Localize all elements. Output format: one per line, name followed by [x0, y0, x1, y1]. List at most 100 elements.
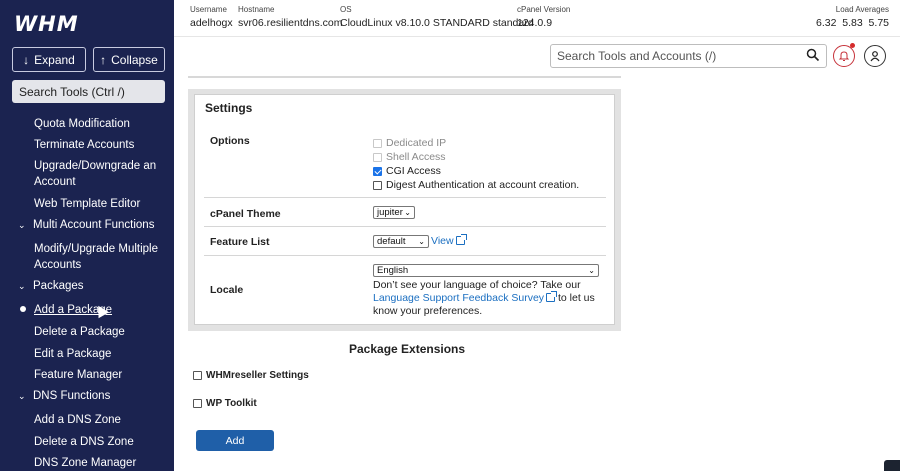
checkbox-box	[193, 371, 202, 380]
checkbox-box	[373, 138, 382, 148]
arrow-up-icon: ↑	[100, 52, 107, 67]
whm-page: WHM ↓ Expand ↑ Collapse Search Tools (Ct…	[0, 0, 900, 471]
sidebar-item-quota-modification[interactable]: Quota Modification	[34, 116, 169, 132]
language-survey-link[interactable]: Language Support Feedback Survey	[373, 291, 558, 304]
load-averages-label: Load Averages	[835, 5, 889, 14]
dedicated-ip-checkbox[interactable]: Dedicated IP	[373, 137, 446, 149]
row-divider	[204, 226, 606, 227]
add-package-button[interactable]: Add	[196, 430, 274, 451]
checkbox-box	[373, 166, 382, 176]
tools-search-input[interactable]: Search Tools and Accounts (/)	[550, 44, 827, 68]
sidebar: WHM ↓ Expand ↑ Collapse Search Tools (Ct…	[0, 0, 174, 471]
sidebar-item-delete-package[interactable]: Delete a Package	[34, 324, 169, 340]
collapse-button[interactable]: ↑ Collapse	[93, 47, 165, 72]
sidebar-item-edit-package[interactable]: Edit a Package	[34, 346, 169, 362]
external-link-icon	[455, 234, 467, 245]
feature-list-label: Feature List	[210, 236, 270, 248]
sidebar-item-upgrade-downgrade[interactable]: Upgrade/Downgrade an Account	[34, 158, 169, 190]
user-avatar-icon[interactable]	[864, 45, 886, 67]
checkbox-box	[373, 152, 382, 162]
sidebar-item-delete-dns-zone[interactable]: Delete a DNS Zone	[34, 434, 169, 450]
cpanel-theme-select[interactable]: jupiter ⌄	[373, 206, 415, 219]
arrow-down-icon: ↓	[23, 52, 30, 67]
cpanel-version-value: 124.0.9	[517, 17, 553, 29]
sidebar-item-modify-upgrade-multiple[interactable]: Modify/Upgrade Multiple Accounts	[34, 241, 169, 273]
locale-label: Locale	[210, 284, 244, 296]
expand-label: Expand	[34, 52, 75, 67]
package-extensions-title: Package Extensions	[349, 342, 466, 356]
hostname-label: Hostname	[238, 5, 275, 14]
whmreseller-settings-checkbox[interactable]: WHMreseller Settings	[193, 370, 309, 381]
sidebar-group-multi-account[interactable]: ⌄ Multi Account Functions	[18, 219, 154, 231]
notification-bell-icon[interactable]	[833, 45, 855, 67]
option-label: Shell Access	[386, 151, 446, 163]
locale-select[interactable]: English ⌄	[373, 264, 599, 277]
chevron-down-icon: ⌄	[18, 280, 26, 291]
load-averages-value: 6.32 5.83 5.75	[816, 17, 889, 29]
option-label: CGI Access	[386, 165, 441, 177]
sidebar-item-web-template-editor[interactable]: Web Template Editor	[34, 196, 169, 212]
shell-access-checkbox[interactable]: Shell Access	[373, 151, 446, 163]
expand-button[interactable]: ↓ Expand	[12, 47, 86, 72]
notification-badge	[850, 43, 855, 48]
cpanel-version-info: cPanel Version 124.0.9	[517, 5, 570, 29]
cpanel-theme-label: cPanel Theme	[210, 208, 281, 220]
username-value: adelhogx	[190, 17, 233, 29]
locale-text-part1: Don’t see your language of choice? Take …	[373, 279, 581, 291]
survey-link-label: Language Support Feedback Survey	[373, 292, 545, 304]
chevron-down-icon: ⌄	[418, 237, 425, 246]
active-indicator-dot	[20, 306, 26, 312]
search-icon[interactable]	[806, 48, 820, 62]
load-averages-info: Load Averages 6.32 5.83 5.75	[816, 5, 889, 29]
select-value: default	[377, 236, 406, 247]
chevron-down-icon: ⌄	[18, 390, 26, 401]
hostname-value: svr06.resilientdns.com	[238, 17, 343, 29]
group-label: DNS Functions	[33, 390, 111, 402]
options-label: Options	[210, 135, 250, 147]
sidebar-group-packages[interactable]: ⌄ Packages	[18, 280, 84, 292]
select-value: English	[377, 265, 409, 276]
option-label: Digest Authentication at account creatio…	[386, 179, 580, 191]
extension-label: WP Toolkit	[206, 398, 257, 409]
cpanel-version-label: cPanel Version	[517, 5, 571, 14]
feature-list-select[interactable]: default ⌄	[373, 235, 429, 248]
wp-toolkit-checkbox[interactable]: WP Toolkit	[193, 398, 257, 409]
extension-label: WHMreseller Settings	[206, 370, 309, 381]
group-label: Multi Account Functions	[33, 219, 155, 231]
username-info: Username adelhogx	[190, 5, 233, 29]
os-value: CloudLinux v8.10.0 STANDARD standard	[340, 17, 534, 29]
view-label: View	[431, 235, 454, 247]
collapse-label: Collapse	[111, 52, 158, 67]
view-feature-list-link[interactable]: View	[431, 234, 467, 247]
group-label: Packages	[33, 280, 84, 292]
hostname-info: Hostname svr06.resilientdns.com	[238, 5, 342, 29]
cgi-access-checkbox[interactable]: CGI Access	[373, 165, 441, 177]
row-divider	[204, 255, 606, 256]
sidebar-item-add-dns-zone[interactable]: Add a DNS Zone	[34, 412, 169, 428]
locale-help-text: Don’t see your language of choice? Take …	[373, 279, 608, 318]
sidebar-item-dns-zone-manager[interactable]: DNS Zone Manager	[34, 455, 169, 471]
chevron-down-icon: ⌄	[588, 266, 595, 275]
username-label: Username	[190, 5, 227, 14]
checkbox-box	[373, 180, 382, 190]
server-info-bar: Username adelhogx Hostname svr06.resilie…	[174, 0, 900, 37]
sidebar-group-dns-functions[interactable]: ⌄ DNS Functions	[18, 390, 110, 402]
search-placeholder: Search Tools and Accounts (/)	[557, 49, 717, 63]
os-label: OS	[340, 5, 352, 14]
section-divider	[188, 76, 621, 78]
sidebar-search-input[interactable]: Search Tools (Ctrl /)	[12, 80, 165, 103]
checkbox-box	[193, 399, 202, 408]
sidebar-item-terminate-accounts[interactable]: Terminate Accounts	[34, 137, 169, 153]
whm-logo[interactable]: WHM	[14, 12, 79, 36]
os-info: OS CloudLinux v8.10.0 STANDARD standard	[340, 5, 534, 29]
corner-widget	[884, 460, 900, 471]
select-value: jupiter	[377, 207, 403, 218]
option-label: Dedicated IP	[386, 137, 447, 149]
settings-title: Settings	[205, 101, 253, 115]
sidebar-item-feature-manager[interactable]: Feature Manager	[34, 367, 169, 383]
row-divider	[204, 197, 606, 198]
chevron-down-icon: ⌄	[404, 208, 411, 217]
chevron-down-icon: ⌄	[18, 219, 26, 230]
digest-auth-checkbox[interactable]: Digest Authentication at account creatio…	[373, 179, 579, 191]
external-link-icon	[546, 291, 558, 302]
